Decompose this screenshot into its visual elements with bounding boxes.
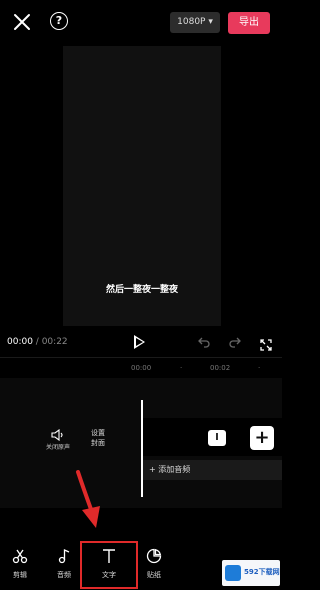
resolution-dropdown[interactable]: 1080P ▾ [170,12,220,33]
fullscreen-icon[interactable] [260,336,272,351]
add-audio-button[interactable]: + 添加音频 [143,460,282,480]
ruler-tick: · [180,364,183,372]
playback-time: 00:00 / 00:22 [7,337,68,347]
export-button[interactable]: 导出 [228,12,270,34]
preview-subtitle: 然后一整夜一整夜 [105,285,178,295]
tool-sticker[interactable]: 贴纸 [134,548,174,580]
play-icon[interactable] [134,335,145,349]
ruler-tick: · [258,364,261,372]
tool-label: 贴纸 [147,571,161,579]
time-separator: / [32,337,42,347]
close-icon[interactable] [12,12,32,32]
watermark-text: 592下载网 [244,568,280,576]
watermark-logo: 592下载网 [222,560,280,586]
playhead[interactable] [141,400,143,497]
add-clip-button[interactable]: + [250,426,274,450]
ruler-tick: 00:00 [131,364,152,372]
undo-icon[interactable] [198,336,210,348]
divider [0,357,282,358]
video-preview[interactable]: 然后一整夜一整夜 [63,46,221,326]
top-bar: ? 1080P ▾ 导出 [0,0,282,46]
split-marker[interactable]: I [208,430,226,446]
ruler-tick: 00:02 [210,364,231,372]
redo-icon[interactable] [229,336,241,348]
music-note-icon [56,548,72,564]
annotation-arrow [70,470,110,532]
current-time: 00:00 [7,337,33,347]
sticker-icon [146,548,162,564]
tool-audio[interactable]: 音频 [44,548,84,580]
mute-original-button[interactable]: 关闭原声 [38,426,78,451]
tool-label: 剪辑 [13,571,27,579]
tool-edit[interactable]: 剪辑 [0,548,40,580]
mute-label: 关闭原声 [45,444,70,451]
watermark-icon [225,565,241,581]
text-tool-highlight [80,541,138,589]
set-cover-button[interactable]: 设置封面 [88,428,108,448]
total-time: 00:22 [41,337,68,347]
help-icon[interactable]: ? [50,12,68,30]
tool-label: 音频 [57,571,71,579]
scissors-icon [12,548,28,564]
speaker-icon [51,426,65,442]
